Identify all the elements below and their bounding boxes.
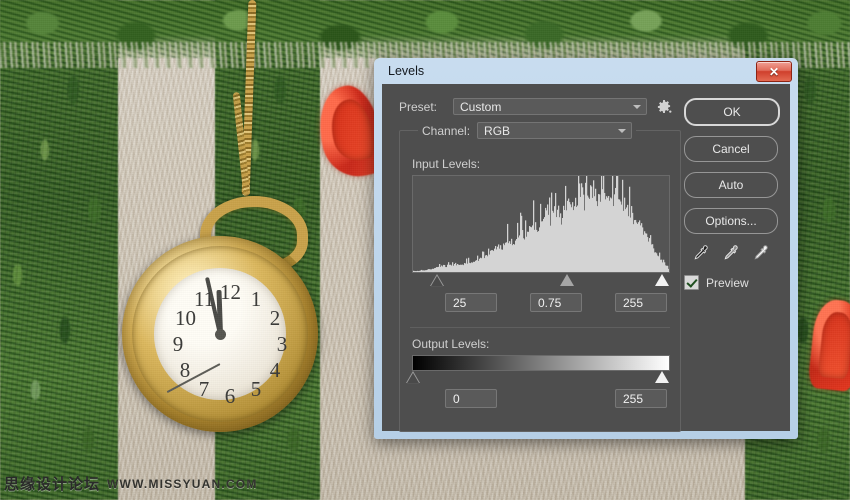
channel-label: Channel: [422, 123, 471, 138]
clock-numeral: 5 [250, 377, 262, 402]
close-button[interactable]: ✕ [756, 61, 792, 82]
garland-strip-left [0, 0, 118, 500]
clock-numeral: 4 [269, 358, 281, 382]
output-levels-label: Output Levels: [412, 337, 490, 351]
chevron-down-icon [618, 128, 627, 133]
clock-numeral: 2 [269, 306, 281, 330]
levels-dialog: Levels ✕ Preset: Custom Channel: RGB Inp… [374, 58, 798, 439]
channel-dropdown[interactable]: RGB [477, 122, 633, 139]
input-gamma-slider[interactable] [560, 274, 574, 286]
output-white-slider[interactable] [655, 371, 669, 383]
watch-rim: 12 1 2 3 4 5 6 7 8 9 10 11 [132, 246, 308, 422]
clock-numeral: 10 [174, 306, 196, 330]
output-black-value[interactable]: 0 [445, 389, 497, 408]
clock-numeral: 8 [179, 358, 191, 382]
section-divider [410, 327, 670, 328]
preview-label: Preview [706, 275, 749, 290]
input-white-slider[interactable] [655, 274, 669, 286]
histogram-bars [413, 176, 669, 272]
watch-hand-cap [214, 328, 226, 340]
input-level-sliders [412, 274, 670, 288]
cancel-button[interactable]: Cancel [684, 136, 778, 162]
input-gamma-value[interactable]: 0.75 [530, 293, 582, 312]
preset-dropdown[interactable]: Custom [453, 98, 647, 115]
preview-checkbox[interactable] [684, 275, 699, 290]
chevron-down-icon [633, 104, 641, 109]
channel-row: Channel: RGB [418, 122, 637, 139]
eyedropper-tool-row [684, 244, 776, 263]
preset-value: Custom [460, 99, 502, 114]
clock-numeral: 9 [172, 332, 184, 356]
dialog-title: Levels [388, 64, 425, 78]
dialog-body: Preset: Custom Channel: RGB Input Levels… [382, 84, 790, 432]
dialog-button-column: OK Cancel Auto Options... Preview [684, 98, 780, 290]
preset-label: Preset: [399, 99, 438, 114]
output-gradient-ramp [412, 355, 670, 371]
clock-numeral: 6 [224, 384, 236, 408]
histogram-bar [668, 268, 669, 272]
clock-numeral: 12 [220, 280, 241, 304]
input-black-value[interactable]: 25 [445, 293, 497, 312]
gear-icon[interactable] [656, 99, 672, 115]
output-white-value[interactable]: 255 [615, 389, 667, 408]
close-icon: ✕ [768, 64, 780, 79]
channel-value: RGB [484, 123, 511, 138]
clock-numeral: 1 [250, 286, 262, 311]
set-gray-point-eyedropper[interactable] [721, 244, 740, 263]
options-button[interactable]: Options... [684, 208, 778, 234]
watch-face: 12 1 2 3 4 5 6 7 8 9 10 11 [154, 268, 287, 407]
ok-button[interactable]: OK [684, 98, 780, 126]
output-black-slider[interactable] [406, 372, 420, 384]
input-levels-group: Channel: RGB Input Levels: 25 0.75 255 O… [399, 122, 681, 432]
input-white-value[interactable]: 255 [615, 293, 667, 312]
input-levels-label: Input Levels: [412, 157, 481, 171]
clock-numeral: 3 [276, 332, 288, 356]
set-white-point-eyedropper[interactable] [751, 244, 770, 263]
histogram-chart[interactable] [412, 175, 670, 273]
clock-numeral: 7 [198, 377, 210, 402]
input-black-slider[interactable] [430, 275, 444, 287]
clock-numeral: 11 [194, 286, 215, 311]
output-level-sliders [406, 371, 670, 385]
top-foliage-band [0, 0, 850, 58]
dialog-titlebar[interactable]: Levels ✕ [374, 58, 798, 84]
set-black-point-eyedropper[interactable] [691, 244, 710, 263]
pocket-watch: 12 1 2 3 4 5 6 7 8 9 10 11 [122, 236, 318, 432]
auto-button[interactable]: Auto [684, 172, 778, 198]
preview-checkbox-row[interactable]: Preview [684, 275, 776, 290]
